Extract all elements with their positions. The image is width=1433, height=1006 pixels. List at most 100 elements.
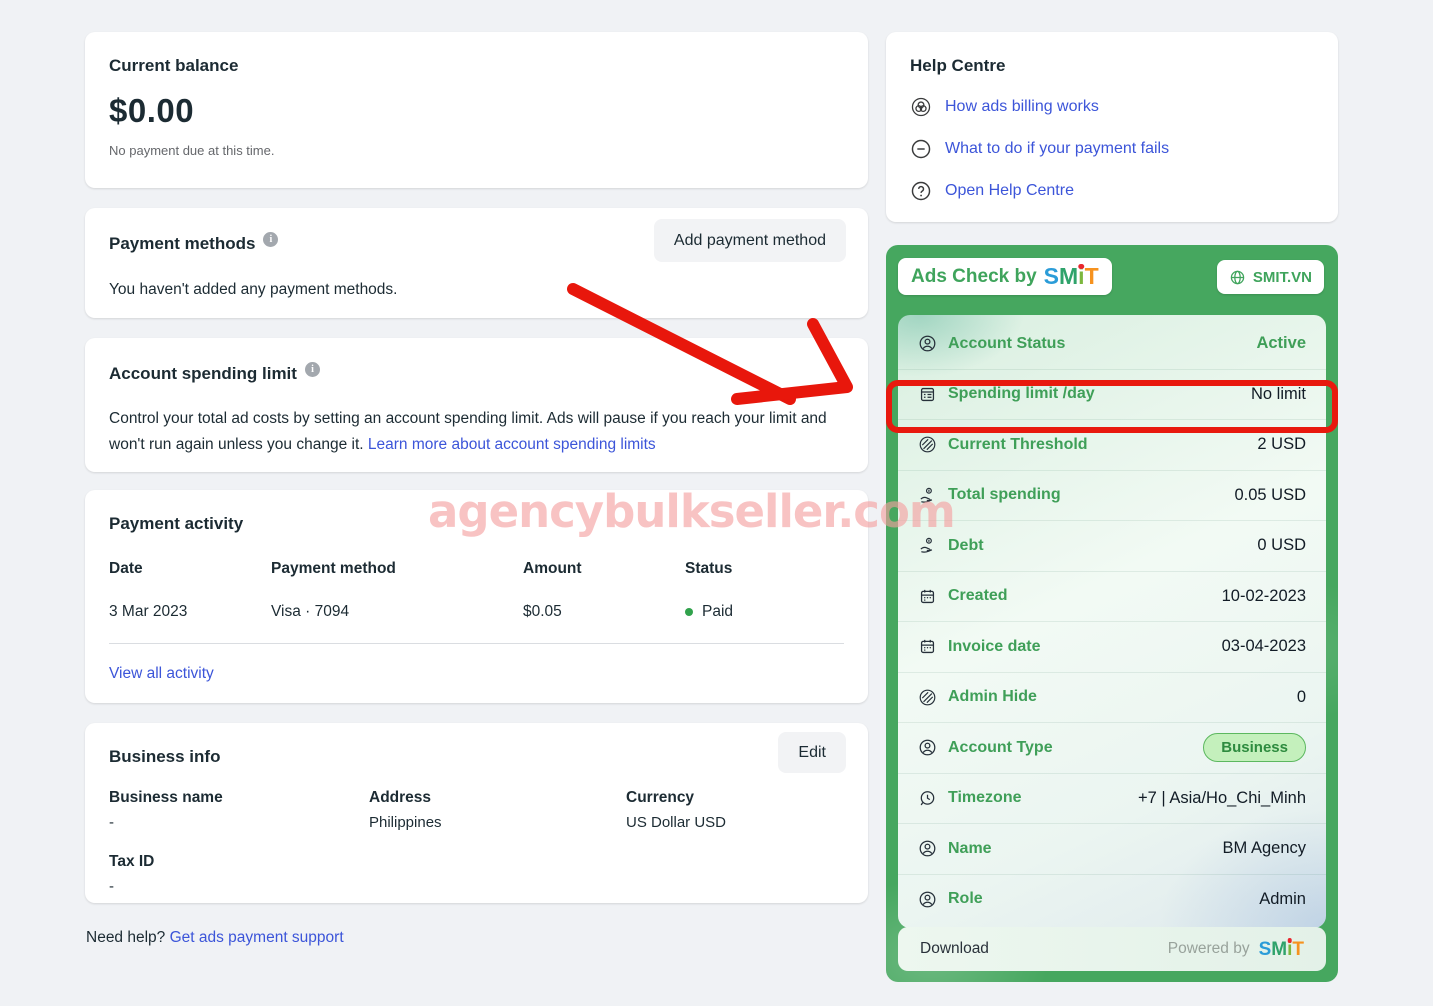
help-link-label: What to do if your payment fails xyxy=(945,140,1169,158)
user-icon xyxy=(918,890,937,909)
add-payment-method-button[interactable]: Add payment method xyxy=(654,219,846,262)
row-label: Role xyxy=(948,890,983,908)
balance-amount: $0.00 xyxy=(109,92,844,130)
row-value: 0 xyxy=(1297,688,1306,707)
row-label: Admin Hide xyxy=(948,688,1037,706)
row-value: 10-02-2023 xyxy=(1222,587,1306,606)
slash-circle-icon xyxy=(918,688,937,707)
row-value: +7 | Asia/Ho_Chi_Minh xyxy=(1138,789,1306,808)
spending-limit-description: Control your total ad costs by setting a… xyxy=(109,406,844,458)
info-icon[interactable] xyxy=(305,362,320,377)
row-value: BM Agency xyxy=(1223,839,1306,858)
divider xyxy=(109,643,844,644)
download-button[interactable]: Download xyxy=(920,940,989,958)
row-value: No limit xyxy=(1251,385,1306,404)
powered-by: Powered by SMiT xyxy=(1168,940,1304,959)
calendar-icon xyxy=(918,587,937,606)
user-icon xyxy=(918,738,937,757)
slash-circle-icon xyxy=(918,435,937,454)
smit-vn-button[interactable]: SMIT.VN xyxy=(1217,260,1324,294)
calendar-icon xyxy=(918,637,937,656)
payment-methods-empty-text: You haven't added any payment methods. xyxy=(109,281,844,299)
spending-limit-title: Account spending limit xyxy=(109,364,297,384)
cell-amount: $0.05 xyxy=(523,603,685,621)
row-role: Role Admin xyxy=(898,874,1326,925)
row-label: Current Threshold xyxy=(948,436,1088,454)
row-current-threshold: Current Threshold 2 USD xyxy=(898,419,1326,470)
row-label: Name xyxy=(948,840,992,858)
payment-support-link[interactable]: Get ads payment support xyxy=(170,929,344,946)
powered-by-text: Powered by xyxy=(1168,940,1250,958)
row-account-type: Account Type Business xyxy=(898,722,1326,773)
user-icon xyxy=(918,839,937,858)
hand-coin-icon xyxy=(918,486,937,505)
row-value: 0.05 USD xyxy=(1234,486,1306,505)
status-text: Paid xyxy=(702,603,733,621)
cell-status: Paid xyxy=(685,603,844,621)
current-balance-card: Current balance $0.00 No payment due at … xyxy=(85,32,868,188)
hand-coin-icon xyxy=(918,536,937,555)
logo-letter: i xyxy=(1287,940,1292,959)
row-total-spending: Total spending 0.05 USD xyxy=(898,470,1326,521)
help-link-billing[interactable]: How ads billing works xyxy=(910,96,1314,118)
help-link-label: Open Help Centre xyxy=(945,182,1074,200)
logo-letter: S xyxy=(1259,940,1272,959)
help-centre-card: Help Centre How ads billing works What t… xyxy=(886,32,1338,222)
payment-fails-icon xyxy=(910,138,932,160)
row-account-status: Account Status Active xyxy=(898,319,1326,369)
current-balance-title: Current balance xyxy=(109,56,238,76)
table-row: 3 Mar 2023 Visa · 7094 $0.05 Paid xyxy=(109,603,844,621)
globe-icon xyxy=(1229,269,1246,286)
business-info-card: Business info Edit Business name - Tax I… xyxy=(85,723,868,903)
payment-activity-title: Payment activity xyxy=(109,514,243,534)
business-badge: Business xyxy=(1203,733,1306,762)
row-name: Name BM Agency xyxy=(898,823,1326,874)
row-label: Spending limit /day xyxy=(948,385,1095,403)
logo-letter: i xyxy=(1078,265,1084,288)
spending-table-icon xyxy=(918,385,937,404)
billing-icon xyxy=(910,96,932,118)
smit-logo: SMiT xyxy=(1044,265,1099,288)
logo-letter: M xyxy=(1059,265,1078,288)
logo-letter: S xyxy=(1044,265,1059,288)
logo-letter: T xyxy=(1085,265,1099,288)
row-value: Active xyxy=(1256,334,1306,353)
address-label: Address xyxy=(369,789,626,807)
row-label: Created xyxy=(948,587,1008,605)
view-all-activity-link[interactable]: View all activity xyxy=(109,665,214,683)
payment-methods-title: Payment methods xyxy=(109,234,255,254)
payment-methods-card: Payment methods Add payment method You h… xyxy=(85,208,868,318)
balance-note: No payment due at this time. xyxy=(109,143,844,158)
ads-check-rows: Account Status Active Spending limit /da… xyxy=(898,315,1326,928)
help-link-payment-fails[interactable]: What to do if your payment fails xyxy=(910,138,1314,160)
currency-label: Currency xyxy=(626,789,844,807)
edit-button[interactable]: Edit xyxy=(778,732,846,773)
row-value: Admin xyxy=(1259,890,1306,909)
row-label: Timezone xyxy=(948,789,1022,807)
address-value: Philippines xyxy=(369,814,626,831)
need-help-line: Need help? Get ads payment support xyxy=(86,929,344,947)
logo-letter: M xyxy=(1271,940,1287,959)
currency-value: US Dollar USD xyxy=(626,814,844,831)
row-value: 0 USD xyxy=(1257,536,1306,555)
ads-check-title: Ads Check by xyxy=(911,266,1037,288)
row-spending-limit: Spending limit /day No limit xyxy=(898,369,1326,420)
business-name-value: - xyxy=(109,814,369,831)
business-name-label: Business name xyxy=(109,789,369,807)
question-circle-icon xyxy=(910,180,932,202)
row-label: Total spending xyxy=(948,486,1061,504)
row-label: Debt xyxy=(948,537,984,555)
learn-more-link[interactable]: Learn more about account spending limits xyxy=(368,436,656,453)
help-link-open-centre[interactable]: Open Help Centre xyxy=(910,180,1314,202)
paid-status-dot xyxy=(685,608,693,616)
tax-id-label: Tax ID xyxy=(109,853,369,871)
smit-logo: SMiT xyxy=(1259,940,1304,959)
need-help-text: Need help? xyxy=(86,929,170,946)
help-centre-title: Help Centre xyxy=(910,56,1005,76)
payment-activity-card: Payment activity Date Payment method Amo… xyxy=(85,490,868,703)
row-label: Account Status xyxy=(948,335,1065,353)
panel-footer: Download Powered by SMiT xyxy=(898,927,1326,971)
ads-check-panel: Ads Check by SMiT SMIT.VN Account Status… xyxy=(886,245,1338,982)
cell-method: Visa · 7094 xyxy=(271,603,523,621)
info-icon[interactable] xyxy=(263,232,278,247)
